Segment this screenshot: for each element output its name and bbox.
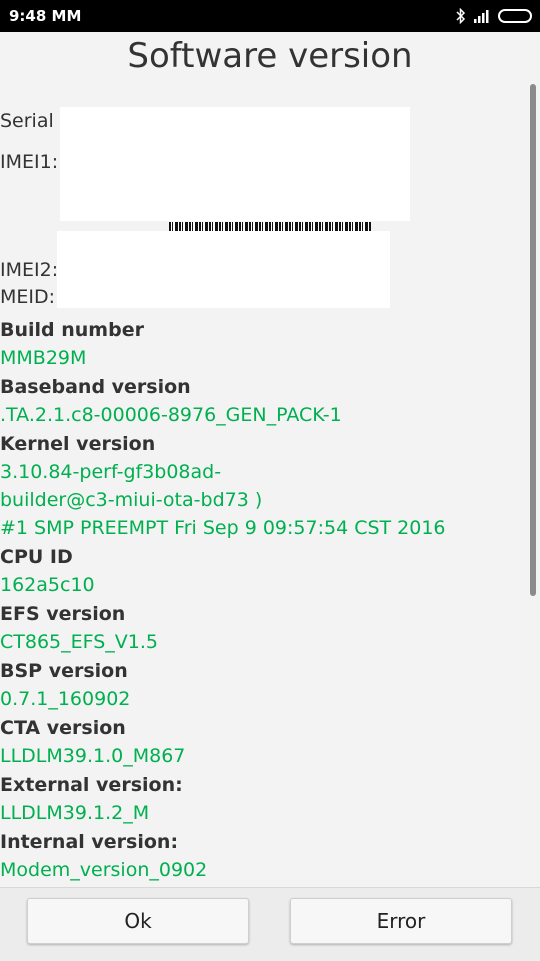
info-value-line: .TA.2.1.c8-00006-8976_GEN_PACK-1	[0, 404, 342, 426]
info-value-line: builder@c3-miui-ota-bd73 )	[0, 489, 263, 511]
info-row: External version: LLDLM39.1.2_M	[0, 771, 524, 827]
info-value: CT865_EFS_V1.5	[0, 628, 524, 656]
info-label: Kernel version	[0, 433, 156, 455]
info-label: External version:	[0, 774, 183, 796]
info-value-line: 3.10.84-perf-gf3b08ad-	[0, 461, 222, 483]
info-label: CTA version	[0, 717, 126, 739]
info-row: Build number MMB29M	[0, 316, 524, 372]
info-row: Baseband version .TA.2.1.c8-00006-8976_GE…	[0, 373, 524, 429]
info-label: Build number	[0, 319, 144, 341]
info-value-line: LLDLM39.1.2_M	[0, 802, 150, 824]
version-content: Serial I IMEI1: IMEI2: MEID: Build numbe…	[0, 100, 524, 887]
info-value-line: 0.7.1_160902	[0, 688, 131, 710]
info-value: Modem_version_0902	[0, 856, 524, 884]
info-label: EFS version	[0, 603, 126, 625]
redaction-box	[60, 107, 410, 221]
imei1-label: IMEI1:	[0, 151, 59, 173]
info-value-line: Modem_version_0902	[0, 859, 208, 881]
info-label: Baseband version	[0, 376, 191, 398]
info-label: Internal version:	[0, 831, 179, 853]
info-row: EFS version CT865_EFS_V1.5	[0, 600, 524, 656]
signal-icon	[474, 10, 489, 23]
info-value: 162a5c10	[0, 571, 524, 599]
meid-label: MEID:	[0, 286, 56, 308]
info-row: CTA version LLDLM39.1.0_M867	[0, 714, 524, 770]
error-button[interactable]: Error	[290, 898, 512, 944]
info-value: MMB29M	[0, 344, 524, 372]
info-value-line: CT865_EFS_V1.5	[0, 631, 159, 653]
info-row: BSP version 0.7.1_160902	[0, 657, 524, 713]
status-bar: 9:48 MM	[0, 0, 540, 32]
info-row: CPU ID 162a5c10	[0, 543, 524, 599]
button-bar: Ok Error	[0, 887, 540, 961]
info-value-line: LLDLM39.1.0_M867	[0, 745, 186, 767]
redaction-box	[57, 231, 390, 308]
version-list: Build number MMB29M Baseband version .TA.2.…	[0, 316, 524, 887]
info-value-line: 162a5c10	[0, 574, 95, 596]
info-value-line: #1 SMP PREEMPT Fri Sep 9 09:57:54 CST 20…	[0, 517, 446, 539]
info-value: LLDLM39.1.2_M	[0, 799, 524, 827]
info-row: Internal version: Modem_version_0902	[0, 828, 524, 884]
status-icons	[456, 7, 532, 25]
info-value-line: MMB29M	[0, 347, 87, 369]
info-value: 3.10.84-perf-gf3b08ad-builder@c3-miui-ot…	[0, 458, 524, 542]
barcode	[169, 222, 371, 231]
scrollbar[interactable]	[530, 84, 536, 884]
imei2-label: IMEI2:	[0, 259, 59, 281]
info-value: .TA.2.1.c8-00006-8976_GEN_PACK-1	[0, 401, 524, 429]
info-label: CPU ID	[0, 546, 73, 568]
page-title: Software version	[127, 36, 413, 76]
info-row: Kernel version 3.10.84-perf-gf3b08ad-buil…	[0, 430, 524, 542]
ok-button[interactable]: Ok	[27, 898, 249, 944]
status-time: 9:48 MM	[9, 7, 82, 25]
info-value: 0.7.1_160902	[0, 685, 524, 713]
scrollbar-thumb[interactable]	[530, 84, 536, 596]
info-label: BSP version	[0, 660, 128, 682]
serial-label: Serial I	[0, 110, 66, 132]
info-value: LLDLM39.1.0_M867	[0, 742, 524, 770]
battery-icon	[498, 9, 532, 23]
bluetooth-icon	[456, 8, 466, 24]
